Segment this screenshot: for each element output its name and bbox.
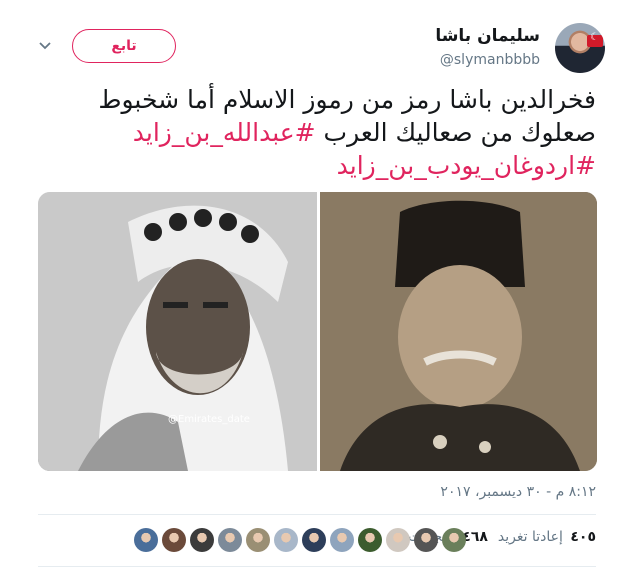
liker-avatar[interactable] [442, 528, 466, 552]
tweet-photo-left[interactable] [38, 192, 317, 471]
follow-button[interactable]: تابع [72, 29, 176, 63]
divider [38, 514, 596, 515]
liker-avatar[interactable] [302, 528, 326, 552]
liker-avatars [134, 528, 466, 552]
liker-avatar[interactable] [274, 528, 298, 552]
tweet-line-1: فخرالدين باشا رمز من رموز الاسلام أما شخ… [98, 85, 596, 114]
liker-avatar[interactable] [218, 528, 242, 552]
user-handle[interactable]: @slymanbbbb [440, 52, 540, 68]
likes-count: ٤٦٨ [462, 529, 488, 545]
liker-avatar[interactable] [386, 528, 410, 552]
profile-avatar[interactable] [555, 23, 605, 73]
photo-watermark: @Emirates_date [168, 414, 250, 425]
liker-avatar[interactable] [162, 528, 186, 552]
tweet-line-2-text: صعلوك من صعاليك العرب [315, 118, 596, 147]
liker-avatar[interactable] [330, 528, 354, 552]
photo-right-art [320, 192, 597, 471]
chevron-down-icon[interactable] [39, 39, 51, 51]
flag-icon [587, 32, 603, 47]
liker-avatar[interactable] [190, 528, 214, 552]
user-name[interactable]: سليمان باشا [435, 26, 540, 46]
liker-avatar[interactable] [414, 528, 438, 552]
tweet-timestamp[interactable]: ٨:١٢ م - ٣٠ ديسمبر، ٢٠١٧ [440, 484, 596, 500]
hashtag-link[interactable]: #اردوغان_يودب_بن_زايد [337, 151, 596, 180]
tweet-photo-right[interactable] [320, 192, 597, 471]
hashtag-link[interactable]: #عبدالله_بن_زايد [133, 118, 316, 147]
retweet-label: إعادتا تغريد [497, 529, 563, 545]
liker-avatar[interactable] [134, 528, 158, 552]
liker-avatar[interactable] [358, 528, 382, 552]
divider [38, 566, 596, 567]
tweet-line-2: صعلوك من صعاليك العرب #عبدالله_بن_زايد [60, 116, 596, 149]
retweet-count: ٤٠٥ [570, 529, 596, 545]
tweet-text: فخرالدين باشا رمز من رموز الاسلام أما شخ… [60, 83, 596, 182]
retweet-stat[interactable]: ٤٠٥ إعادتا تغريد [498, 529, 596, 545]
photo-left-art [38, 192, 317, 471]
liker-avatar[interactable] [246, 528, 270, 552]
